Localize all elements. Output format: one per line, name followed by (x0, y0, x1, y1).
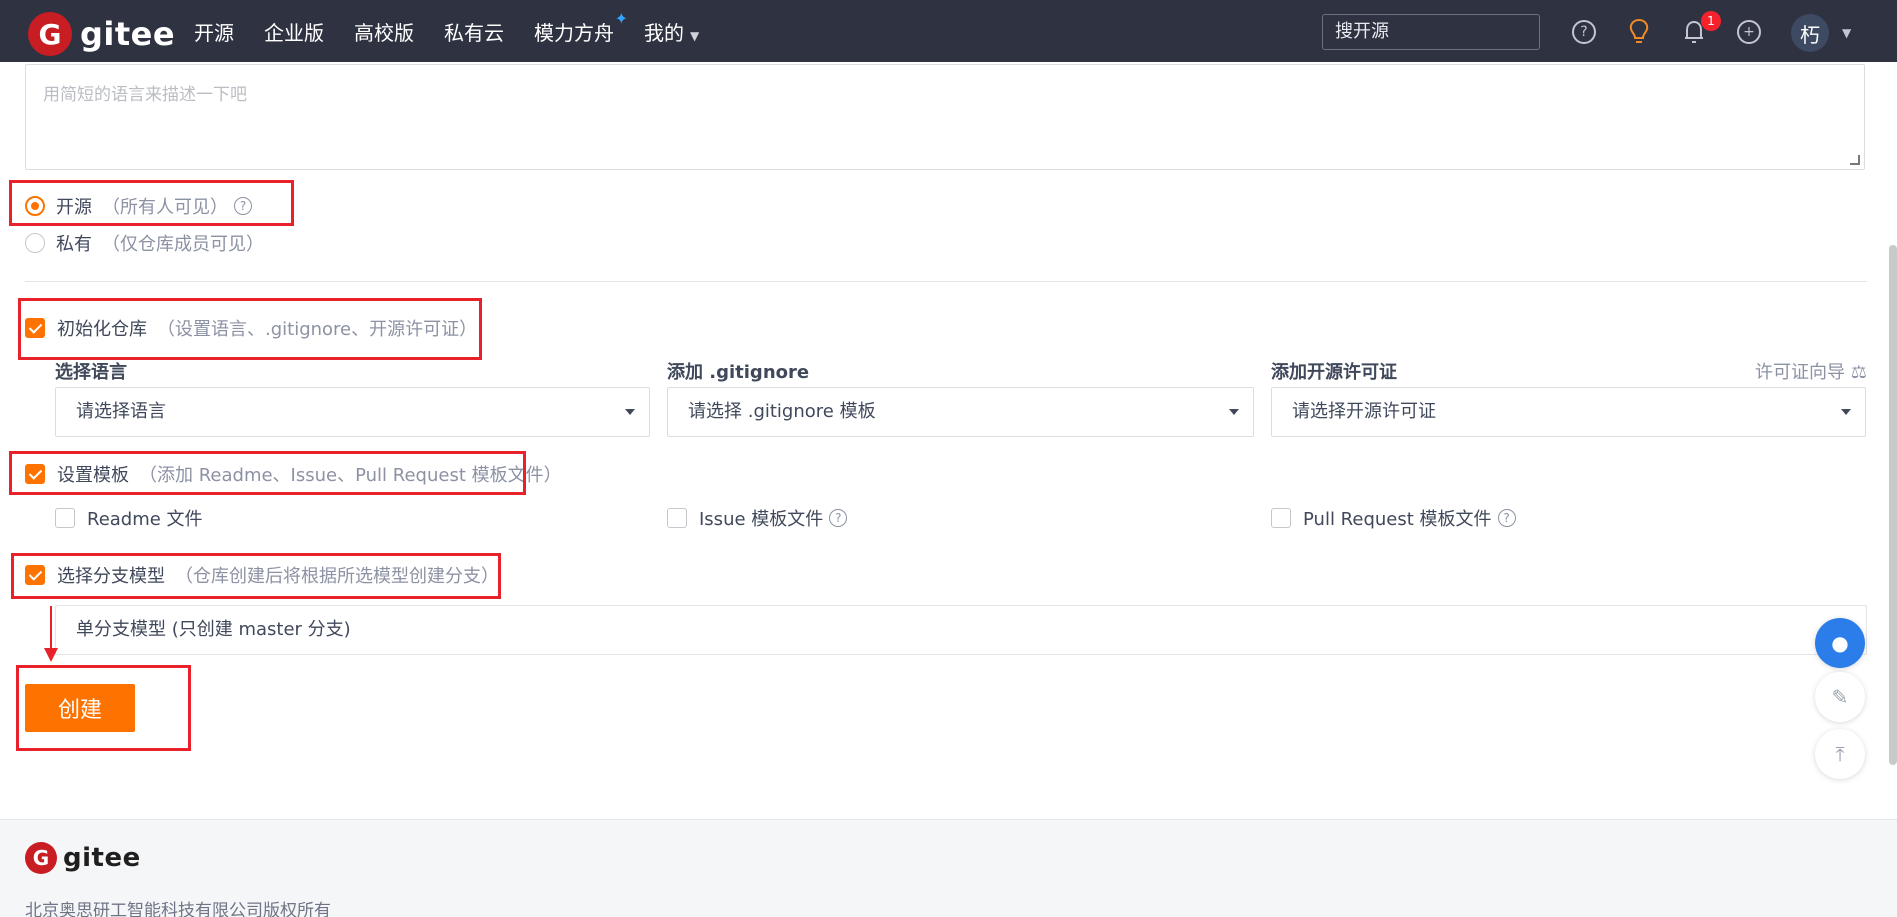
sparkle-icon: ✦ (614, 8, 628, 28)
language-select[interactable]: 请选择语言 (55, 387, 650, 437)
bulb-icon[interactable] (1627, 18, 1651, 46)
nav-private-cloud[interactable]: 私有云 (444, 17, 504, 46)
dropdown-arrow-icon (1229, 409, 1239, 415)
annotation-arrow-line (50, 606, 52, 652)
chat-assistant-icon[interactable]: ● (1815, 618, 1865, 668)
private-hint: （仅仓库成员可见） (102, 234, 264, 255)
annotation-box-init-repo (18, 298, 482, 360)
annotation-arrow-head-icon (44, 648, 58, 662)
nav-mine-label: 我的 (644, 20, 684, 45)
issue-template-checkbox[interactable] (667, 508, 687, 528)
help-icon[interactable]: ? (1572, 20, 1596, 44)
resize-handle-icon[interactable] (1850, 155, 1860, 165)
issue-template-option[interactable]: Issue 模板文件 ? (667, 505, 848, 531)
private-radio[interactable] (25, 233, 45, 253)
license-select[interactable]: 请选择开源许可证 (1271, 387, 1866, 437)
footer: G gitee 北京奥思研工智能科技有限公司版权所有 (0, 819, 1897, 917)
gitignore-select[interactable]: 请选择 .gitignore 模板 (667, 387, 1254, 437)
gitignore-select-value: 请选择 .gitignore 模板 (688, 401, 876, 422)
readme-checkbox[interactable] (55, 508, 75, 528)
section-divider (25, 281, 1867, 282)
annotation-box-template (9, 451, 526, 495)
annotation-box-create (16, 665, 191, 751)
license-label: 添加开源许可证 (1271, 362, 1397, 383)
nav-enterprise[interactable]: 企业版 (264, 17, 324, 46)
gitee-logo-icon: G (28, 12, 72, 56)
gitignore-label: 添加 .gitignore (667, 362, 810, 383)
pr-template-checkbox[interactable] (1271, 508, 1291, 528)
nav-open-source[interactable]: 开源 (194, 17, 234, 46)
nav-moli-label: 模力方舟 (534, 20, 614, 45)
annotation-box-branch (11, 553, 501, 599)
notification-badge: 1 (1701, 11, 1721, 31)
dropdown-arrow-icon (625, 409, 635, 415)
chevron-down-icon: ▼ (690, 28, 700, 43)
gitee-logo[interactable]: G gitee (28, 12, 175, 56)
issue-template-label: Issue 模板文件 (699, 509, 824, 530)
search-input[interactable]: 搜开源 (1322, 14, 1540, 50)
language-label: 选择语言 (55, 362, 127, 383)
dropdown-arrow-icon (1841, 409, 1851, 415)
help-icon[interactable]: ? (1497, 509, 1516, 527)
license-select-value: 请选择开源许可证 (1292, 401, 1436, 422)
page-scrollbar[interactable] (1889, 245, 1897, 765)
nav-mine[interactable]: 我的 ▼ (644, 17, 699, 46)
private-label: 私有 (56, 234, 92, 255)
plus-icon[interactable]: + (1737, 20, 1761, 44)
license-guide-link[interactable]: 许可证向导 ⚖ (1755, 358, 1867, 384)
back-to-top-icon[interactable]: ⤒ (1815, 729, 1865, 779)
footer-logo[interactable]: G gitee (25, 842, 141, 874)
feedback-edit-icon[interactable]: ✎ (1815, 672, 1865, 722)
nav-moli[interactable]: 模力方舟 ✦ (534, 9, 628, 46)
branch-model-select[interactable]: 单分支模型 (只创建 master 分支) (55, 605, 1867, 655)
scale-icon: ⚖ (1850, 362, 1867, 383)
readme-label: Readme 文件 (87, 509, 203, 530)
nav-university[interactable]: 高校版 (354, 17, 414, 46)
main-nav: 开源 企业版 高校版 私有云 模力方舟 ✦ 我的 ▼ (194, 0, 729, 62)
chevron-down-icon[interactable]: ▼ (1842, 26, 1851, 40)
top-navbar: G gitee 开源 企业版 高校版 私有云 模力方舟 ✦ 我的 ▼ 搜开源 ? 1… (0, 0, 1897, 62)
copyright-text: 北京奥思研工智能科技有限公司版权所有 (25, 901, 331, 917)
gitee-logo-icon: G (25, 842, 57, 874)
description-textarea[interactable]: 用简短的语言来描述一下吧 (25, 64, 1865, 170)
description-placeholder: 用简短的语言来描述一下吧 (43, 85, 247, 105)
visibility-private-option[interactable]: 私有 （仅仓库成员可见） (25, 230, 264, 256)
footer-logo-text: gitee (63, 843, 141, 873)
pr-template-option[interactable]: Pull Request 模板文件 ? (1271, 505, 1516, 531)
license-guide-label: 许可证向导 (1755, 362, 1845, 383)
gitee-logo-text: gitee (80, 15, 176, 53)
avatar[interactable]: 朽 (1791, 14, 1829, 52)
help-icon[interactable]: ? (829, 509, 848, 527)
readme-option[interactable]: Readme 文件 (55, 505, 203, 531)
language-select-value: 请选择语言 (76, 401, 166, 422)
annotation-box-visibility (9, 180, 294, 226)
pr-template-label: Pull Request 模板文件 (1303, 509, 1492, 530)
